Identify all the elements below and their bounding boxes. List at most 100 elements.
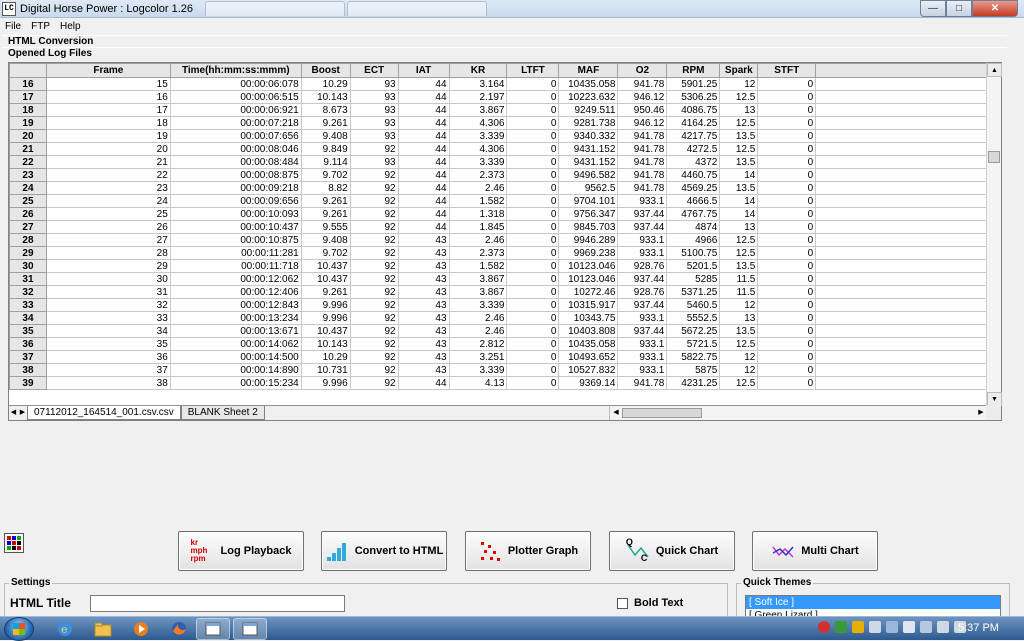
menu-ftp[interactable]: FTP bbox=[26, 21, 55, 32]
close-button[interactable]: ✕ bbox=[972, 0, 1018, 17]
table-cell[interactable]: 12 bbox=[719, 298, 759, 312]
table-cell[interactable]: 21 bbox=[45, 155, 171, 169]
table-cell[interactable]: 9.261 bbox=[300, 194, 351, 208]
table-cell[interactable]: 0 bbox=[506, 155, 560, 169]
explorer-icon[interactable] bbox=[86, 618, 120, 640]
table-cell[interactable]: 44 bbox=[397, 142, 450, 156]
table-cell[interactable]: 941.78 bbox=[617, 77, 668, 91]
table-cell[interactable]: 4272.5 bbox=[666, 142, 721, 156]
table-cell[interactable]: 43 bbox=[397, 272, 450, 286]
table-cell[interactable]: 23 bbox=[45, 181, 171, 195]
row-header[interactable]: 27 bbox=[9, 220, 47, 234]
table-cell[interactable]: 12.5 bbox=[719, 142, 759, 156]
table-cell[interactable]: 00:00:11:718 bbox=[169, 259, 302, 273]
table-cell[interactable]: 0 bbox=[757, 181, 817, 195]
table-cell[interactable]: 9.996 bbox=[300, 311, 351, 325]
tray-app-icon[interactable] bbox=[835, 621, 847, 633]
table-cell-empty[interactable] bbox=[815, 77, 987, 91]
table-cell[interactable]: 13.5 bbox=[719, 259, 759, 273]
column-header[interactable]: Boost bbox=[300, 63, 351, 78]
table-cell[interactable]: 9369.14 bbox=[558, 376, 619, 390]
color-picker-button[interactable] bbox=[4, 533, 24, 553]
table-cell[interactable]: 44 bbox=[397, 207, 450, 221]
table-cell[interactable]: 0 bbox=[757, 129, 817, 143]
table-cell[interactable]: 00:00:10:093 bbox=[169, 207, 302, 221]
taskbar-window-button[interactable] bbox=[196, 618, 230, 640]
table-cell[interactable]: 12.5 bbox=[719, 233, 759, 247]
table-cell[interactable]: 00:00:15:234 bbox=[169, 376, 302, 390]
table-cell[interactable]: 0 bbox=[506, 376, 560, 390]
row-header[interactable]: 29 bbox=[9, 246, 47, 260]
table-cell[interactable]: 9.261 bbox=[300, 116, 351, 130]
table-cell[interactable]: 11.5 bbox=[719, 285, 759, 299]
row-header[interactable]: 37 bbox=[9, 350, 47, 364]
table-cell[interactable]: 9704.101 bbox=[558, 194, 619, 208]
table-cell[interactable]: 9.555 bbox=[300, 220, 351, 234]
plotter-graph-button[interactable]: Plotter Graph bbox=[465, 531, 591, 571]
table-cell[interactable]: 0 bbox=[506, 233, 560, 247]
table-cell-empty[interactable] bbox=[815, 259, 987, 273]
table-cell[interactable]: 9.702 bbox=[300, 168, 351, 182]
table-cell[interactable]: 92 bbox=[349, 233, 399, 247]
table-cell[interactable]: 2.812 bbox=[448, 337, 508, 351]
table-cell[interactable]: 24 bbox=[45, 194, 171, 208]
row-header[interactable]: 18 bbox=[9, 103, 47, 117]
table-cell-empty[interactable] bbox=[815, 337, 987, 351]
table-cell[interactable]: 0 bbox=[757, 220, 817, 234]
table-cell[interactable]: 25 bbox=[45, 207, 171, 221]
table-cell[interactable]: 5721.5 bbox=[666, 337, 721, 351]
table-cell[interactable]: 13 bbox=[719, 220, 759, 234]
table-cell[interactable]: 9281.738 bbox=[558, 116, 619, 130]
table-cell[interactable]: 9431.152 bbox=[558, 155, 619, 169]
table-cell[interactable]: 937.44 bbox=[617, 272, 668, 286]
table-cell[interactable]: 20 bbox=[45, 142, 171, 156]
table-cell[interactable]: 00:00:10:437 bbox=[169, 220, 302, 234]
table-cell[interactable]: 10.437 bbox=[300, 324, 351, 338]
table-cell[interactable]: 10.29 bbox=[300, 350, 351, 364]
table-cell[interactable]: 0 bbox=[506, 285, 560, 299]
table-cell[interactable]: 5875 bbox=[666, 363, 721, 377]
table-cell[interactable]: 43 bbox=[397, 311, 450, 325]
table-cell[interactable]: 44 bbox=[397, 129, 450, 143]
table-cell[interactable]: 17 bbox=[45, 103, 171, 117]
table-cell[interactable]: 44 bbox=[397, 90, 450, 104]
table-cell[interactable]: 43 bbox=[397, 246, 450, 260]
log-playback-button[interactable]: kr mph rpm Log Playback bbox=[178, 531, 304, 571]
table-cell[interactable]: 10315.917 bbox=[558, 298, 619, 312]
table-cell[interactable]: 28 bbox=[45, 246, 171, 260]
convert-to-html-button[interactable]: Convert to HTML bbox=[321, 531, 447, 571]
table-cell[interactable]: 10123.046 bbox=[558, 259, 619, 273]
table-cell[interactable]: 10.437 bbox=[300, 272, 351, 286]
table-cell[interactable]: 10493.652 bbox=[558, 350, 619, 364]
table-cell[interactable]: 10.143 bbox=[300, 90, 351, 104]
column-header[interactable]: ECT bbox=[349, 63, 399, 78]
table-cell[interactable]: 92 bbox=[349, 259, 399, 273]
table-cell-empty[interactable] bbox=[815, 207, 987, 221]
table-cell[interactable]: 9562.5 bbox=[558, 181, 619, 195]
grid-corner[interactable] bbox=[9, 63, 47, 78]
table-cell[interactable]: 8.82 bbox=[300, 181, 351, 195]
table-cell[interactable]: 5460.5 bbox=[666, 298, 721, 312]
media-player-icon[interactable] bbox=[124, 618, 158, 640]
table-cell[interactable]: 00:00:09:218 bbox=[169, 181, 302, 195]
table-cell[interactable]: 27 bbox=[45, 233, 171, 247]
antivirus-icon[interactable] bbox=[818, 621, 830, 633]
table-cell[interactable]: 92 bbox=[349, 324, 399, 338]
table-cell[interactable]: 941.78 bbox=[617, 129, 668, 143]
table-cell-empty[interactable] bbox=[815, 272, 987, 286]
table-cell[interactable]: 0 bbox=[506, 90, 560, 104]
table-cell[interactable]: 0 bbox=[757, 116, 817, 130]
table-cell[interactable]: 44 bbox=[397, 181, 450, 195]
table-cell[interactable]: 10403.808 bbox=[558, 324, 619, 338]
table-cell[interactable]: 2.46 bbox=[448, 311, 508, 325]
row-header[interactable]: 34 bbox=[9, 311, 47, 325]
table-cell[interactable]: 93 bbox=[349, 155, 399, 169]
table-cell[interactable]: 92 bbox=[349, 311, 399, 325]
table-cell[interactable]: 3.339 bbox=[448, 363, 508, 377]
menu-help[interactable]: Help bbox=[55, 21, 86, 32]
table-cell[interactable]: 10.29 bbox=[300, 77, 351, 91]
table-cell[interactable]: 92 bbox=[349, 376, 399, 390]
hscroll-thumb[interactable] bbox=[622, 408, 702, 418]
table-cell[interactable]: 4231.25 bbox=[666, 376, 721, 390]
table-cell[interactable]: 941.78 bbox=[617, 155, 668, 169]
